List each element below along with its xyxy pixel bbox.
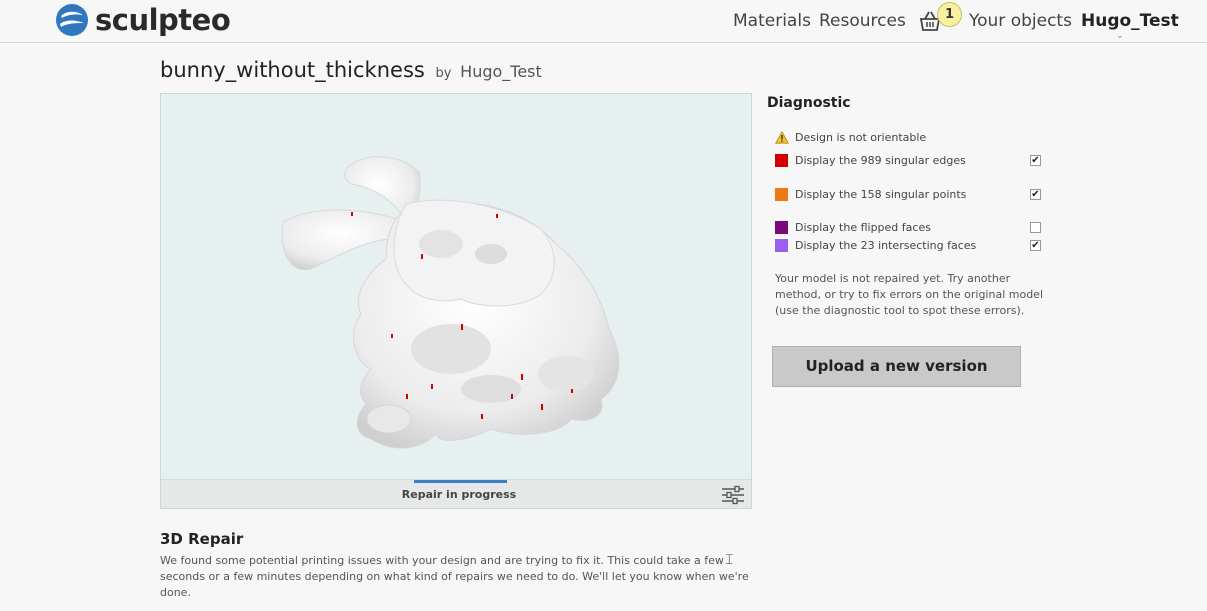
model-viewer[interactable]: Repair in progress — [160, 93, 752, 509]
repair-status-label: Repair in progress — [401, 488, 517, 501]
cart-count-badge: 1 — [937, 2, 962, 27]
flipped-faces-label: Display the flipped faces — [795, 220, 931, 234]
model-author-link[interactable]: Hugo_Test — [460, 62, 542, 81]
singular-points-label: Display the 158 singular points — [795, 187, 967, 201]
diagnostic-row-singular-edges: Display the 989 singular edges — [775, 152, 966, 168]
sculpteo-logo[interactable]: sculpteo — [55, 3, 231, 37]
cart-button[interactable]: 1 — [919, 2, 963, 37]
diagnostic-title: Diagnostic — [767, 95, 851, 111]
singular-edges-label: Display the 989 singular edges — [795, 153, 966, 167]
model-name: bunny_without_thickness — [160, 58, 425, 82]
nav-resources-link[interactable]: Resources — [819, 10, 906, 32]
intersecting-faces-checkbox[interactable]: ✔ — [1030, 240, 1041, 251]
bunny-3d-model[interactable] — [161, 94, 751, 479]
repair-heading: 3D Repair — [160, 530, 244, 548]
repair-failed-message: Your model is not repaired yet. Try anot… — [775, 272, 1044, 317]
singular-edges-swatch — [775, 153, 788, 167]
sculpteo-logo-icon — [56, 4, 88, 36]
top-navigation-bar: sculpteo Materials Resources 1 Your obje… — [0, 0, 1207, 43]
repair-progress-bar — [414, 480, 507, 483]
viewer-status-bar: Repair in progress — [161, 479, 751, 508]
nav-your-objects-link[interactable]: Your objects — [969, 10, 1072, 32]
intersecting-faces-label: Display the 23 intersecting faces — [795, 238, 977, 252]
orientation-warning: Design is not orientable — [775, 129, 926, 145]
warning-text: Design is not orientable — [795, 130, 927, 144]
by-label: by — [435, 66, 452, 81]
singular-points-swatch — [775, 187, 788, 201]
flipped-faces-checkbox[interactable] — [1030, 222, 1041, 233]
diagnostic-row-singular-points: Display the 158 singular points — [775, 186, 966, 202]
repair-description: We found some potential printing issues … — [160, 554, 749, 599]
page-title: bunny_without_thickness by Hugo_Test — [160, 57, 542, 87]
text-cursor-icon: ⌶ — [725, 552, 734, 568]
settings-sliders-icon[interactable] — [721, 485, 745, 505]
flipped-faces-swatch — [775, 220, 788, 234]
warning-icon — [775, 130, 789, 144]
nav-materials-link[interactable]: Materials — [733, 10, 811, 32]
singular-points-checkbox[interactable]: ✔ — [1030, 189, 1041, 200]
singular-edges-checkbox[interactable]: ✔ — [1030, 155, 1041, 166]
chevron-down-icon[interactable]: ⌄ — [1116, 31, 1124, 41]
upload-new-version-button[interactable]: Upload a new version — [772, 346, 1021, 387]
diagnostic-row-flipped-faces: Display the flipped faces — [775, 219, 931, 235]
repair-progress-fill — [414, 480, 507, 483]
logo-text: sculpteo — [95, 3, 231, 37]
user-menu[interactable]: Hugo_Test — [1081, 10, 1179, 32]
diagnostic-row-intersecting-faces: Display the 23 intersecting faces — [775, 237, 976, 253]
intersecting-faces-swatch — [775, 238, 788, 252]
